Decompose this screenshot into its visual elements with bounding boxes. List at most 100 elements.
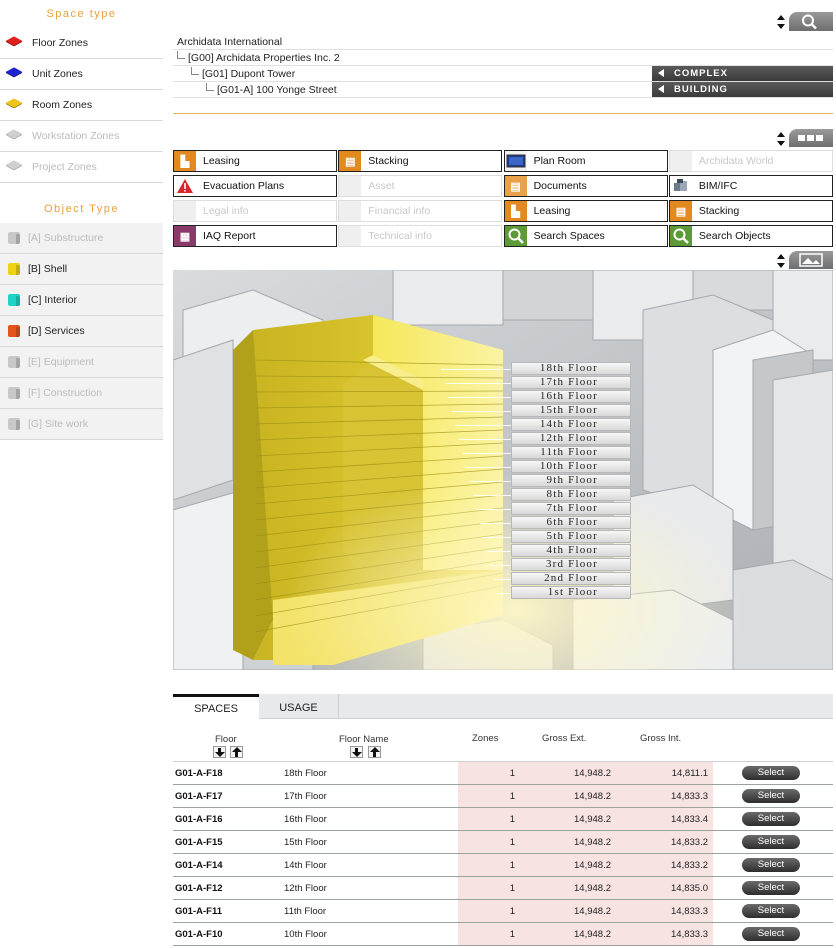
action-button[interactable]: ▤ Stacking xyxy=(668,200,833,222)
tab-spaces[interactable]: SPACES xyxy=(173,694,259,719)
select-button[interactable]: Select xyxy=(742,858,800,872)
floor-label[interactable]: 4th Floor xyxy=(511,544,631,557)
floor-label[interactable]: 5th Floor xyxy=(511,530,631,543)
complex-label: COMPLEX xyxy=(674,68,728,79)
action-button[interactable]: Asset xyxy=(338,175,503,197)
floor-label[interactable]: 17th Floor xyxy=(511,376,631,389)
object-type-item[interactable]: [G] Site work xyxy=(0,409,163,440)
financial-icon xyxy=(339,201,362,221)
action-button-label: Legal info xyxy=(203,205,249,217)
floor-label[interactable]: 9th Floor xyxy=(511,474,631,487)
action-button[interactable]: Search Spaces xyxy=(503,225,668,247)
table-row[interactable]: G01-A-F12 12th Floor 1 14,948.2 14,835.0 Sele… xyxy=(173,877,833,900)
action-button[interactable]: ▙ Leasing xyxy=(503,200,668,222)
select-button[interactable]: Select xyxy=(742,881,800,895)
building-button[interactable]: BUILDING xyxy=(652,82,833,97)
floor-label[interactable]: 1st Floor xyxy=(511,586,631,599)
action-button[interactable]: ▙ Leasing xyxy=(173,150,337,172)
table-row[interactable]: G01-A-F17 17th Floor 1 14,948.2 14,833.3 Sele… xyxy=(173,785,833,808)
building-3d-view[interactable]: 18th Floor 17th Floor 16th Floor 15th Floor… xyxy=(173,270,833,670)
select-button[interactable]: Select xyxy=(742,904,800,918)
action-button[interactable]: Search Objects xyxy=(668,225,833,247)
gross-int-cell: 14,833.3 xyxy=(671,791,708,802)
table-row[interactable]: G01-A-F14 14th Floor 1 14,948.2 14,833.2 Sele… xyxy=(173,854,833,877)
gross-ext-cell: 14,948.2 xyxy=(574,883,611,894)
tab-bar: SPACES USAGE xyxy=(173,694,833,719)
action-button[interactable]: Evacuation Plans xyxy=(173,175,337,197)
space-type-item[interactable]: Unit Zones xyxy=(0,59,163,90)
action-button[interactable]: Technical info xyxy=(338,225,503,247)
search-button[interactable] xyxy=(789,12,833,31)
object-type-label: [G] Site work xyxy=(28,418,89,430)
col-gross-int[interactable]: Gross Int. xyxy=(640,733,681,744)
table-row[interactable]: G01-A-F15 15th Floor 1 14,948.2 14,833.2 Sele… xyxy=(173,831,833,854)
floor-label[interactable]: 15th Floor xyxy=(511,404,631,417)
action-button[interactable]: Financial info xyxy=(338,200,503,222)
sort-asc-icon[interactable] xyxy=(368,746,381,758)
tab-usage[interactable]: USAGE xyxy=(259,694,339,719)
action-button[interactable]: ▤ Documents xyxy=(503,175,668,197)
zones-cell: 1 xyxy=(509,929,515,940)
sort-toggle-icon[interactable] xyxy=(776,15,786,29)
documents-icon: ▤ xyxy=(504,176,527,196)
action-button[interactable]: Plan Room xyxy=(503,150,668,172)
action-button[interactable]: BIM/IFC xyxy=(668,175,833,197)
floor-label[interactable]: 2nd Floor xyxy=(511,572,631,585)
space-type-item[interactable]: Room Zones xyxy=(0,90,163,121)
object-type-item[interactable]: [F] Construction xyxy=(0,378,163,409)
space-type-item[interactable]: Project Zones xyxy=(0,152,163,183)
tree-node-level3[interactable]: [G01-A] 100 Yonge Street BUILDING xyxy=(173,82,833,98)
col-zones[interactable]: Zones xyxy=(472,733,498,744)
object-type-item[interactable]: [C] Interior xyxy=(0,285,163,316)
space-type-item[interactable]: Floor Zones xyxy=(0,28,163,59)
tree-root[interactable]: Archidata International xyxy=(173,34,833,50)
table-row[interactable]: G01-A-F18 18th Floor 1 14,948.2 14,811.1 Sele… xyxy=(173,762,833,785)
floor-label[interactable]: 3rd Floor xyxy=(511,558,631,571)
floor-label[interactable]: 12th Floor xyxy=(511,432,631,445)
tree-node-level1[interactable]: [G00] Archidata Properties Inc. 2 xyxy=(173,50,833,66)
object-type-item[interactable]: [E] Equipment xyxy=(0,347,163,378)
col-gross-ext[interactable]: Gross Ext. xyxy=(542,733,586,744)
sort-desc-icon[interactable] xyxy=(350,746,363,758)
table-row[interactable]: G01-A-F10 10th Floor 1 14,948.2 14,833.3 Sele… xyxy=(173,923,833,946)
sort-toggle-icon[interactable] xyxy=(776,132,786,146)
col-floor[interactable]: Floor xyxy=(215,734,237,745)
action-button[interactable]: Legal info xyxy=(173,200,337,222)
floor-name-cell: 18th Floor xyxy=(284,768,327,779)
object-type-item[interactable]: [B] Shell xyxy=(0,254,163,285)
floor-label[interactable]: 16th Floor xyxy=(511,390,631,403)
sort-toggle-icon[interactable] xyxy=(776,254,786,268)
select-button[interactable]: Select xyxy=(742,927,800,941)
space-type-item[interactable]: Workstation Zones xyxy=(0,121,163,152)
table-row[interactable]: G01-A-F11 11th Floor 1 14,948.2 14,833.3 Sele… xyxy=(173,900,833,923)
complex-button[interactable]: COMPLEX xyxy=(652,66,833,81)
floor-label[interactable]: 8th Floor xyxy=(511,488,631,501)
action-button[interactable]: Archidata World xyxy=(668,150,833,172)
table-row[interactable]: G01-A-F16 16th Floor 1 14,948.2 14,833.4 Sele… xyxy=(173,808,833,831)
select-button[interactable]: Select xyxy=(742,812,800,826)
action-button[interactable]: ▦ IAQ Report xyxy=(173,225,337,247)
select-button[interactable]: Select xyxy=(742,835,800,849)
sort-desc-icon[interactable] xyxy=(213,746,226,758)
image-view-button[interactable] xyxy=(789,251,833,269)
floor-label[interactable]: 10th Floor xyxy=(511,460,631,473)
tree-node-level2[interactable]: [G01] Dupont Tower COMPLEX xyxy=(173,66,833,82)
gross-int-cell: 14,811.1 xyxy=(671,768,708,779)
gross-int-cell: 14,833.3 xyxy=(671,929,708,940)
search-icon xyxy=(669,226,692,246)
select-button[interactable]: Select xyxy=(742,766,800,780)
object-type-item[interactable]: [A] Substructure xyxy=(0,223,163,254)
floor-label[interactable]: 18th Floor xyxy=(511,362,631,375)
floor-label[interactable]: 6th Floor xyxy=(511,516,631,529)
grid-view-button[interactable] xyxy=(789,129,833,147)
floor-label[interactable]: 7th Floor xyxy=(511,502,631,515)
spaces-table: G01-A-F18 18th Floor 1 14,948.2 14,811.1 Sele… xyxy=(173,762,833,946)
select-button[interactable]: Select xyxy=(742,789,800,803)
action-button[interactable]: ▤ Stacking xyxy=(338,150,503,172)
sort-asc-icon[interactable] xyxy=(230,746,243,758)
floor-label[interactable]: 11th Floor xyxy=(511,446,631,459)
floor-label[interactable]: 14th Floor xyxy=(511,418,631,431)
floor-pointer-line xyxy=(444,383,511,384)
col-floor-name[interactable]: Floor Name xyxy=(339,734,389,745)
object-type-item[interactable]: [D] Services xyxy=(0,316,163,347)
